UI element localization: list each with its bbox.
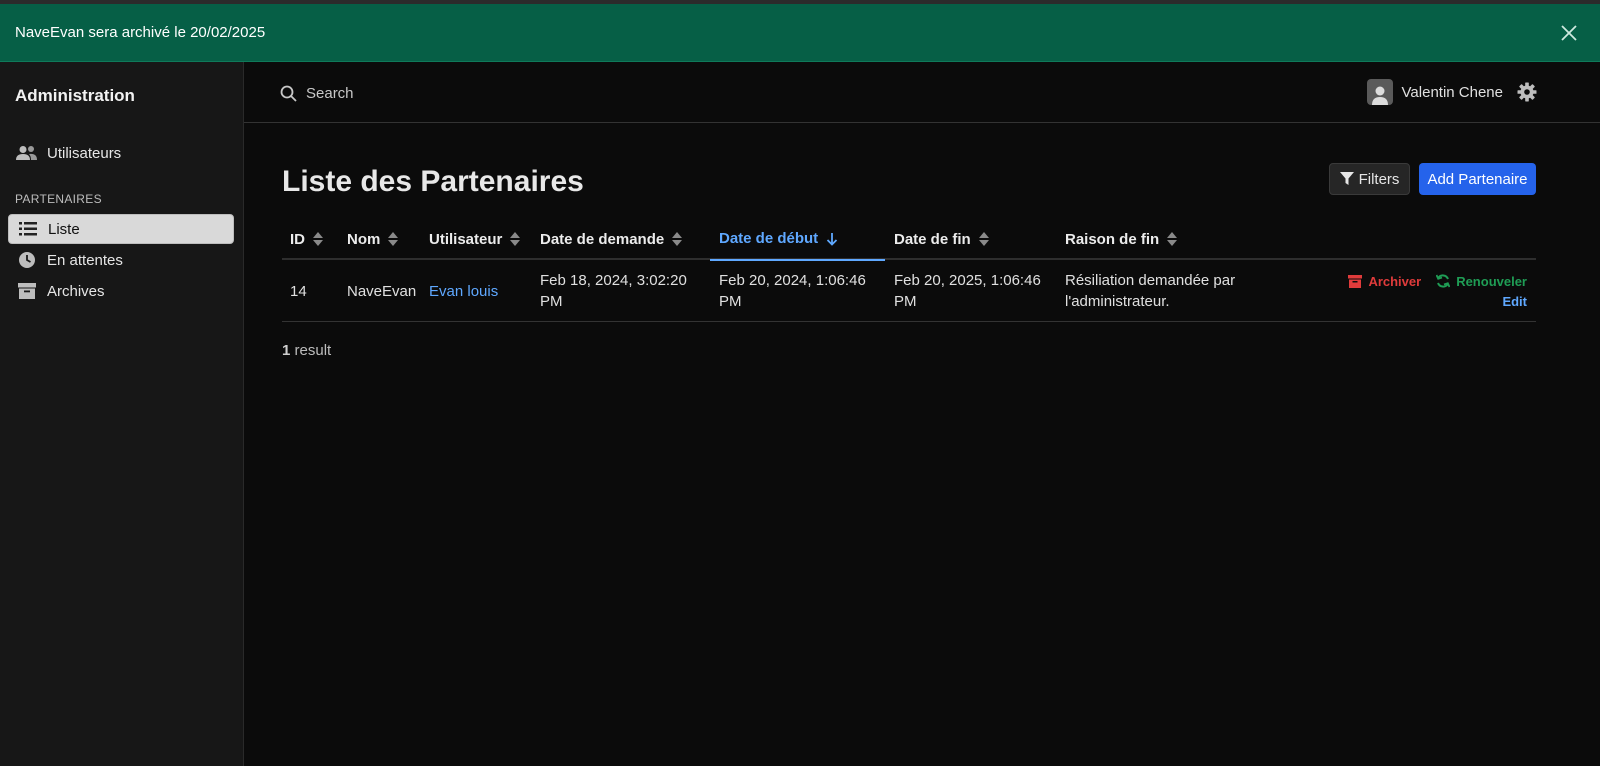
sort-icon <box>313 232 323 246</box>
cell-utilisateur-link[interactable]: Evan louis <box>429 260 498 322</box>
column-header-id[interactable]: ID <box>290 218 323 260</box>
sidebar-item-label: Archives <box>47 282 105 300</box>
avatar <box>1366 79 1393 105</box>
cell-nom: NaveEvan <box>347 282 417 300</box>
sidebar-item-label: En attentes <box>47 251 123 269</box>
column-label: Date de fin <box>894 230 971 248</box>
sidebar-item-utilisateurs[interactable]: Utilisateurs <box>8 138 234 168</box>
sidebar-title: Administration <box>15 86 135 105</box>
archive-icon <box>1348 274 1363 288</box>
user-menu[interactable]: Valentin Chene <box>1366 79 1503 105</box>
column-header-utilisateur[interactable]: Utilisateur <box>429 218 521 260</box>
search-input[interactable]: Search <box>280 82 580 104</box>
sort-icon <box>1167 232 1178 246</box>
sidebar-item-liste[interactable]: Liste <box>8 214 234 244</box>
column-label: Utilisateur <box>429 230 503 248</box>
users-icon <box>16 144 38 162</box>
filters-button[interactable]: Filters <box>1329 163 1410 195</box>
sort-icon <box>672 232 683 246</box>
cell-raison-fin: Résiliation demandée par l'administrateu… <box>1065 272 1236 310</box>
sort-icon <box>388 232 399 246</box>
renew-button[interactable]: Renouveler <box>1436 274 1527 289</box>
column-label: Raison de fin <box>1065 230 1160 248</box>
sidebar: Administration Utilisateurs PARTENAIRES … <box>0 62 244 766</box>
archive-notice-banner: NaveEvan sera archivé le 20/02/2025 <box>0 4 1600 62</box>
close-icon[interactable] <box>1558 22 1580 44</box>
column-header-date-debut[interactable]: Date de début <box>710 218 885 261</box>
sidebar-item-en-attentes[interactable]: En attentes <box>8 245 234 275</box>
page-title: Liste des Partenaires <box>282 165 584 198</box>
result-label: result <box>290 342 332 359</box>
sidebar-item-archives[interactable]: Archives <box>8 276 234 306</box>
cell-date-debut: Feb 20, 2024, 1:06:46 PM <box>719 272 866 310</box>
search-placeholder: Search <box>306 84 354 102</box>
partenaires-table: ID Nom Utilisateur Date de demande Date … <box>282 218 1536 322</box>
archive-box-icon <box>16 282 38 300</box>
column-label: Date de demande <box>540 230 665 248</box>
column-label: Date de début <box>719 230 819 247</box>
column-header-date-demande[interactable]: Date de demande <box>540 218 683 260</box>
archive-button[interactable]: Archiver <box>1348 274 1421 289</box>
filters-label: Filters <box>1358 170 1400 188</box>
top-header: Search Valentin Chene <box>244 62 1600 123</box>
sidebar-item-label: Utilisateurs <box>47 144 122 162</box>
gear-icon[interactable] <box>1517 82 1537 102</box>
column-header-date-fin[interactable]: Date de fin <box>894 218 989 260</box>
user-name: Valentin Chene <box>1401 83 1503 101</box>
filter-icon <box>1339 172 1354 185</box>
renew-label: Renouveler <box>1456 273 1527 289</box>
clock-icon <box>16 251 38 269</box>
column-label: ID <box>290 230 305 248</box>
column-label: Nom <box>347 230 381 248</box>
sort-icon <box>510 232 521 246</box>
list-icon <box>17 220 39 238</box>
sidebar-section-partenaires: PARTENAIRES <box>15 192 102 206</box>
result-count: 1 result <box>282 342 331 359</box>
arrow-down-icon <box>827 232 838 246</box>
archive-label: Archiver <box>1368 273 1422 289</box>
banner-message: NaveEvan sera archivé le 20/02/2025 <box>15 24 266 41</box>
sidebar-item-label: Liste <box>48 220 80 238</box>
refresh-icon <box>1436 274 1451 288</box>
edit-link[interactable]: Edit <box>1502 294 1527 309</box>
column-header-raison-fin[interactable]: Raison de fin <box>1065 218 1178 260</box>
add-partenaire-button[interactable]: Add Partenaire <box>1419 163 1536 195</box>
search-icon <box>280 85 297 102</box>
table-header: ID Nom Utilisateur Date de demande Date … <box>282 218 1536 261</box>
column-header-nom[interactable]: Nom <box>347 218 399 260</box>
cell-date-fin: Feb 20, 2025, 1:06:46 PM <box>894 272 1041 310</box>
cell-date-demande: Feb 18, 2024, 3:02:20 PM <box>540 272 687 310</box>
sort-icon <box>978 232 989 246</box>
table-row: 14 NaveEvan Evan louis Feb 18, 2024, 3:0… <box>282 260 1536 322</box>
row-actions: Archiver Renouveler Edit <box>1348 272 1527 309</box>
cell-id: 14 <box>290 282 307 300</box>
